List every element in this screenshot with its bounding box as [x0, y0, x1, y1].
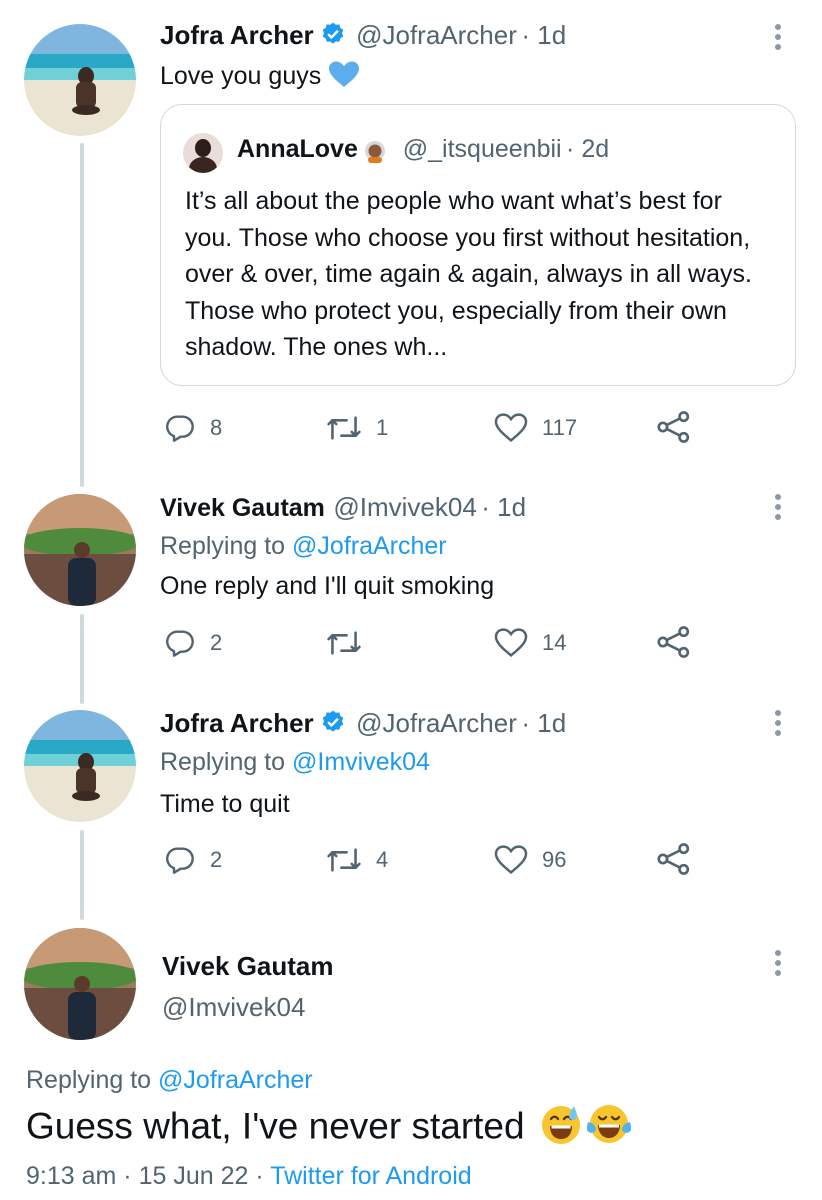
- reply-count: 2: [210, 630, 223, 655]
- share-button[interactable]: [656, 842, 706, 876]
- author-name[interactable]: Jofra Archer: [160, 20, 314, 50]
- quoted-tweet-time: 2d: [581, 135, 610, 163]
- tweet-text: Guess what, I've never started: [26, 1105, 525, 1147]
- tweet-date[interactable]: 15 Jun 22: [139, 1162, 249, 1190]
- thread-line: [80, 830, 84, 920]
- quoted-author-name: AnnaLove: [237, 135, 358, 163]
- tweet-text: Love you guys: [160, 62, 322, 91]
- reply-icon: [166, 847, 194, 874]
- share-icon: [657, 411, 690, 443]
- retweet-button[interactable]: 1: [326, 412, 388, 444]
- retweet-icon: [327, 631, 361, 655]
- reply-button[interactable]: 2: [164, 844, 222, 876]
- tweet-text: Time to quit: [160, 790, 290, 818]
- retweet-button[interactable]: 4: [326, 844, 388, 876]
- more-options-icon[interactable]: [775, 24, 785, 54]
- more-options-icon[interactable]: [775, 494, 785, 524]
- reply-count: 2: [210, 847, 223, 872]
- avatar[interactable]: [24, 494, 136, 606]
- tweet-text: One reply and I'll quit smoking: [160, 572, 495, 600]
- tears-of-joy-emoji-icon: [585, 1102, 633, 1155]
- retweet-count: 1: [376, 415, 389, 440]
- avatar[interactable]: [24, 24, 136, 136]
- like-count: 14: [542, 630, 567, 655]
- retweet-count: 4: [376, 847, 389, 872]
- grinning-sweat-emoji-icon: [539, 1102, 583, 1155]
- like-button[interactable]: 14: [494, 627, 566, 659]
- verified-badge-icon: [320, 709, 346, 740]
- blue-heart-icon: [328, 60, 360, 95]
- share-button[interactable]: [656, 625, 706, 659]
- share-button[interactable]: [656, 410, 706, 444]
- quoted-tweet-text: It’s all about the people who want what’…: [185, 187, 752, 361]
- quoted-tweet[interactable]: AnnaLove @_itsqueenbii · 2d It’s all abo…: [160, 104, 796, 386]
- replying-label: Replying to: [26, 1066, 152, 1094]
- tweet-time[interactable]: 1d: [537, 708, 566, 738]
- replying-label: Replying to: [160, 748, 286, 776]
- retweet-icon: [327, 848, 361, 872]
- heart-icon: [494, 845, 528, 875]
- retweet-icon: [327, 416, 361, 440]
- woman-headscarf-emoji-icon: [362, 137, 388, 168]
- reply-button[interactable]: 8: [164, 412, 222, 444]
- author-handle[interactable]: @JofraArcher: [356, 20, 517, 50]
- reply-icon: [166, 415, 194, 442]
- retweet-button[interactable]: [326, 627, 376, 659]
- author-handle[interactable]: @Imvivek04: [162, 992, 305, 1023]
- verified-badge-icon: [320, 21, 346, 52]
- heart-icon: [494, 413, 528, 443]
- replying-to-link[interactable]: @JofraArcher: [158, 1066, 313, 1094]
- author-name[interactable]: Jofra Archer: [160, 708, 314, 738]
- reply-button[interactable]: 2: [164, 627, 222, 659]
- like-count: 117: [542, 415, 578, 440]
- thread-line: [80, 614, 84, 704]
- replying-to-link[interactable]: @JofraArcher: [292, 532, 447, 560]
- tweet-time[interactable]: 1d: [537, 20, 566, 50]
- reply-count: 8: [210, 415, 223, 440]
- quoted-avatar: [183, 133, 223, 173]
- more-options-icon[interactable]: [775, 950, 785, 980]
- replying-to-link[interactable]: @Imvivek04: [292, 748, 430, 776]
- heart-icon: [494, 628, 528, 658]
- share-icon: [657, 843, 690, 875]
- author-name[interactable]: Vivek Gautam: [162, 951, 334, 982]
- reply-icon: [166, 630, 194, 657]
- tweet-source-link[interactable]: Twitter for Android: [270, 1162, 471, 1190]
- like-count: 96: [542, 847, 567, 872]
- share-icon: [657, 626, 690, 658]
- author-name[interactable]: Vivek Gautam: [160, 494, 325, 522]
- thread-line: [80, 143, 84, 487]
- more-options-icon[interactable]: [775, 710, 785, 740]
- like-button[interactable]: 117: [494, 412, 577, 444]
- author-handle[interactable]: @Imvivek04: [333, 492, 476, 522]
- tweet-time[interactable]: 1d: [497, 492, 526, 522]
- like-button[interactable]: 96: [494, 844, 566, 876]
- avatar[interactable]: [24, 710, 136, 822]
- replying-label: Replying to: [160, 532, 286, 560]
- avatar[interactable]: [24, 928, 136, 1040]
- quoted-author-handle: @_itsqueenbii: [402, 135, 562, 163]
- tweet-timestamp[interactable]: 9:13 am: [26, 1162, 116, 1190]
- author-handle[interactable]: @JofraArcher: [356, 708, 517, 738]
